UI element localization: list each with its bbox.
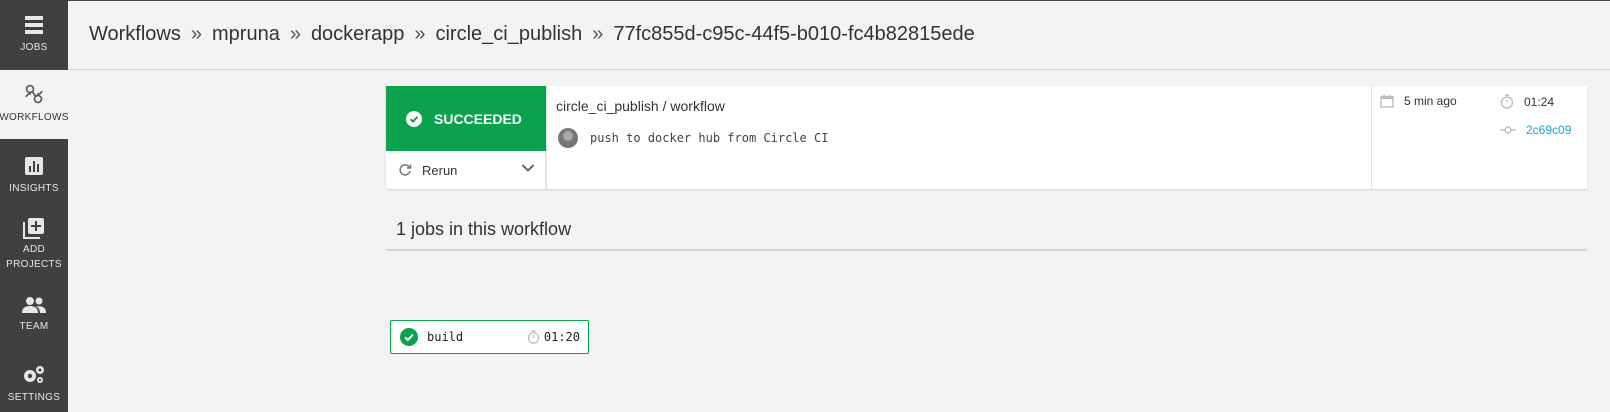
- workflows-icon: [25, 84, 43, 104]
- page-header: Workflows » mpruna » dockerapp » circle_ci_pub…: [68, 0, 1610, 70]
- rerun-label: Rerun: [422, 162, 458, 178]
- rerun-button[interactable]: Rerun: [386, 151, 546, 189]
- divider: [386, 249, 1587, 251]
- breadcrumb-separator: »: [190, 23, 202, 45]
- sidebar-item-add-projects[interactable]: ADD PROJECTS: [0, 208, 68, 278]
- sidebar: JOBS WORKFLOWS INSIGHTS ADD PROJECTS TEA…: [0, 0, 68, 412]
- breadcrumb-workflows[interactable]: Workflows: [89, 23, 181, 45]
- commit-sha: 2c69c09: [1500, 123, 1571, 137]
- check-circle-icon: [400, 328, 418, 346]
- breadcrumb-workflow-id: 77fc855d-c95c-44f5-b010-fc4b82815ede: [613, 23, 975, 45]
- job-name: build: [427, 330, 464, 344]
- workflow-title[interactable]: circle_ci_publish / workflow: [556, 98, 725, 114]
- status-badge: SUCCEEDED: [386, 86, 546, 151]
- sidebar-item-team[interactable]: TEAM: [0, 278, 68, 346]
- breadcrumb-org[interactable]: mpruna: [212, 23, 280, 45]
- commit-sha-link[interactable]: 2c69c09: [1526, 123, 1571, 137]
- sidebar-item-jobs[interactable]: JOBS: [0, 0, 68, 70]
- job-card-build[interactable]: build 01:20: [390, 320, 589, 354]
- time-ago: 5 min ago: [1380, 94, 1457, 108]
- team-icon: [22, 297, 46, 313]
- sidebar-item-insights[interactable]: INSIGHTS: [0, 139, 68, 208]
- insights-icon: [25, 157, 43, 175]
- sidebar-item-label: WORKFLOWS: [0, 112, 69, 123]
- sidebar-item-workflows[interactable]: WORKFLOWS: [0, 70, 68, 139]
- workflow-card: SUCCEEDED Rerun circle_ci_publish / work…: [386, 86, 1587, 189]
- sidebar-item-label: TEAM: [19, 321, 49, 332]
- jobs-heading: 1 jobs in this workflow: [396, 219, 572, 239]
- breadcrumb-separator: »: [592, 23, 604, 45]
- breadcrumb-separator: »: [289, 23, 301, 45]
- check-circle-icon: [406, 110, 422, 127]
- sidebar-item-label: SETTINGS: [7, 392, 61, 403]
- calendar-icon: [1380, 94, 1394, 108]
- sidebar-item-settings[interactable]: SETTINGS: [0, 346, 68, 412]
- breadcrumb-project[interactable]: dockerapp: [311, 23, 404, 45]
- settings-icon: [24, 366, 44, 383]
- stopwatch-icon: [527, 330, 540, 344]
- breadcrumb-workflow-name[interactable]: circle_ci_publish: [435, 23, 582, 45]
- sidebar-item-label: JOBS: [20, 42, 48, 53]
- commit-icon: [1500, 126, 1516, 134]
- breadcrumb-separator: »: [414, 23, 426, 45]
- avatar: [558, 128, 578, 148]
- sidebar-item-label: INSIGHTS: [9, 183, 59, 194]
- divider: [546, 86, 547, 189]
- add-projects-icon: [23, 218, 44, 239]
- job-duration: 01:20: [527, 330, 580, 344]
- status-label: SUCCEEDED: [434, 110, 522, 127]
- stopwatch-icon: [1500, 94, 1514, 109]
- duration: 01:24: [1500, 94, 1554, 109]
- chevron-down-icon[interactable]: [521, 163, 535, 173]
- refresh-icon: [399, 164, 412, 176]
- divider: [1371, 86, 1372, 189]
- jobs-icon: [25, 16, 43, 34]
- breadcrumb: Workflows » mpruna » dockerapp » circle_ci_pub…: [89, 23, 975, 46]
- sidebar-item-label: ADD PROJECTS: [6, 244, 62, 270]
- commit-message: push to docker hub from Circle CI: [590, 131, 829, 145]
